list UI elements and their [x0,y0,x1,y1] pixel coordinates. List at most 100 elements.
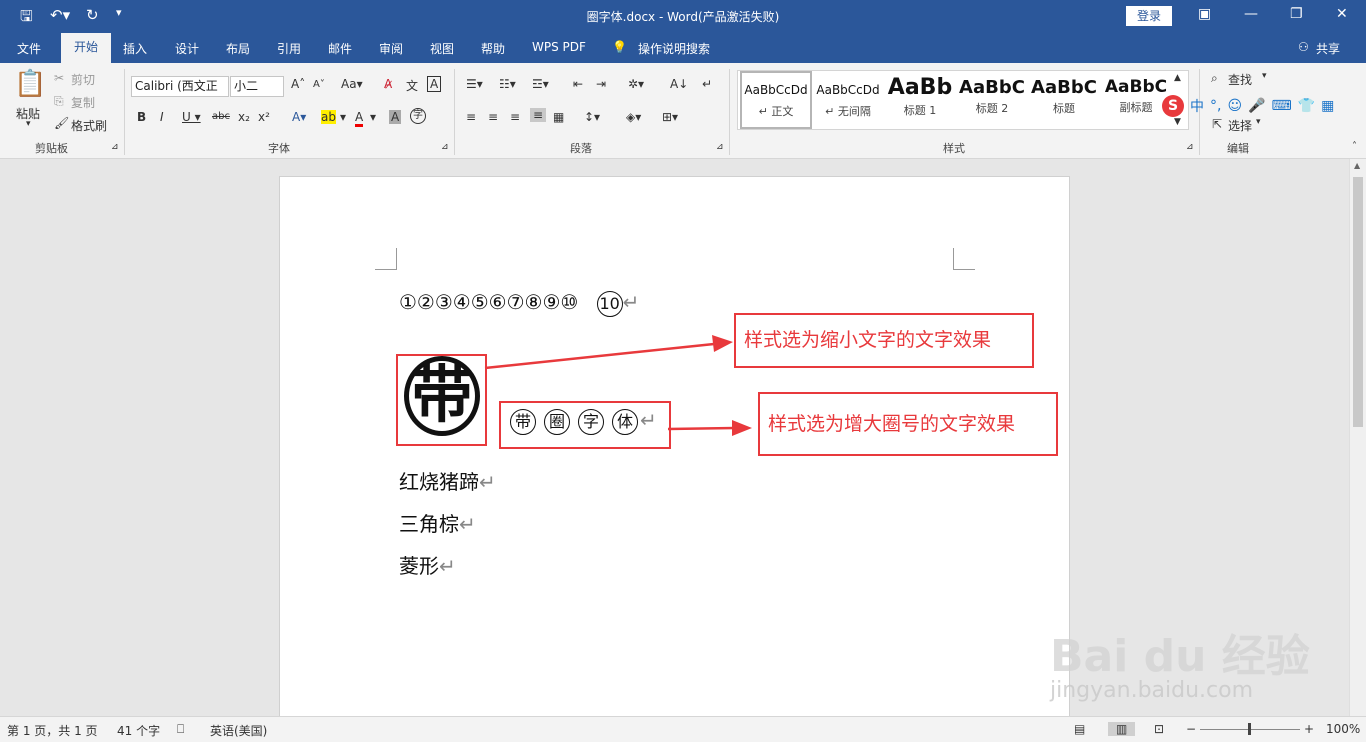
format-painter-icon[interactable]: 🖌 [54,116,69,130]
scroll-up-icon[interactable]: ▲ [1354,161,1360,170]
paste-icon[interactable]: 📋 [14,69,46,99]
distributed-icon[interactable]: ▦ [553,110,564,124]
italic-icon[interactable]: I [160,110,164,124]
login-button[interactable]: 登录 [1126,6,1172,26]
tab-file[interactable]: 文件 [17,40,41,57]
char-border-icon[interactable]: A [427,76,442,92]
change-case-icon[interactable]: Aa▾ [341,77,363,91]
phonetic-guide-icon[interactable]: 文 [406,77,418,94]
bullets-icon[interactable]: ☰▾ [466,77,483,91]
tell-me-search[interactable]: 操作说明搜索 [638,40,710,57]
ime-menu-icon[interactable]: ▦ [1321,98,1334,114]
tab-mailings[interactable]: 邮件 [328,40,352,57]
grow-font-icon[interactable]: A˄ [291,77,305,91]
font-color-icon[interactable]: A [355,110,364,127]
increase-indent-icon[interactable]: ⇥ [596,77,606,91]
style-normal[interactable]: AaBbCcDd ↵ 正文 [740,71,812,129]
copy-icon[interactable]: ⎘ [54,94,64,109]
microphone-icon[interactable]: 🎤 [1248,98,1265,114]
tab-home[interactable]: 开始 [61,33,111,63]
maximize-icon[interactable]: ❐ [1290,6,1303,22]
document-page[interactable] [279,176,1070,736]
web-layout-icon[interactable]: ⊡ [1154,722,1164,736]
strikethrough-icon[interactable]: abc [212,111,230,122]
align-left-icon[interactable]: ≡ [466,110,476,124]
cut-button[interactable]: 剪切 [71,71,95,88]
ime-lang-toggle[interactable]: 中 [1190,96,1204,116]
underline-icon[interactable]: U ▾ [182,110,201,124]
decrease-indent-icon[interactable]: ⇤ [573,77,583,91]
shading-icon[interactable]: ◈▾ [626,110,641,124]
subscript-icon[interactable]: x₂ [238,110,250,124]
asian-layout-icon[interactable]: ✲▾ [628,77,644,91]
zoom-slider-thumb[interactable] [1248,723,1251,735]
tab-review[interactable]: 审阅 [379,40,403,57]
scroll-thumb[interactable] [1353,177,1363,427]
bold-icon[interactable]: B [137,110,146,124]
read-mode-icon[interactable]: ▤ [1074,722,1085,736]
style-title[interactable]: AaBbC 标题 [1028,71,1100,129]
find-dropdown-icon[interactable]: ▾ [1262,71,1267,81]
style-heading-1[interactable]: AaBb 标题 1 [884,71,956,129]
keyboard-icon[interactable]: ⌨ [1272,98,1292,114]
font-name-combo[interactable]: Calibri (西文正 [131,76,229,97]
clipboard-launcher-icon[interactable]: ⊿ [111,142,119,152]
font-size-combo[interactable]: 小二 [230,76,284,97]
show-marks-icon[interactable]: ↵ [702,77,712,91]
borders-icon[interactable]: ⊞▾ [662,110,678,124]
numbering-icon[interactable]: ☷▾ [499,77,516,91]
ribbon-display-icon[interactable]: ▣ [1198,6,1211,22]
language-indicator[interactable]: 英语(美国) [210,722,267,739]
emoji-icon[interactable]: ☺ [1227,98,1242,114]
format-painter-button[interactable]: 格式刷 [71,117,107,134]
collapse-ribbon-icon[interactable]: ˄ [1352,141,1357,152]
cut-icon[interactable]: ✂ [54,71,64,85]
align-center-icon[interactable]: ≡ [488,110,498,124]
word-count[interactable]: 41 个字 [117,722,160,739]
print-layout-icon[interactable]: ▥ [1108,722,1136,736]
tab-insert[interactable]: 插入 [123,40,147,57]
highlight-icon[interactable]: ab [321,110,336,124]
close-icon[interactable]: ✕ [1336,6,1348,22]
line-spacing-icon[interactable]: ↕▾ [584,110,600,124]
clear-format-icon[interactable]: A̷ [384,77,392,91]
share-button[interactable]: 共享 [1316,40,1340,57]
align-right-icon[interactable]: ≡ [510,110,520,124]
zoom-in-icon[interactable]: + [1304,722,1314,736]
zoom-out-icon[interactable]: − [1186,722,1196,736]
tab-help[interactable]: 帮助 [481,40,505,57]
paste-dropdown-icon[interactable]: ▾ [26,119,31,129]
style-no-spacing[interactable]: AaBbCcDd ↵ 无间隔 [812,71,884,129]
styles-more-icon[interactable]: ▼ [1174,117,1181,127]
enclose-characters-icon[interactable]: 字 [410,108,426,124]
minimize-icon[interactable]: — [1244,6,1258,22]
tab-references[interactable]: 引用 [277,40,301,57]
font-launcher-icon[interactable]: ⊿ [441,142,449,152]
styles-launcher-icon[interactable]: ⊿ [1186,142,1194,152]
select-dropdown-icon[interactable]: ▾ [1256,117,1261,127]
tab-layout[interactable]: 布局 [226,40,250,57]
highlight-dropdown-icon[interactable]: ▾ [340,110,346,124]
select-icon[interactable]: ⇱ [1212,117,1222,131]
skin-icon[interactable]: 👕 [1298,98,1315,114]
find-button[interactable]: 查找 [1228,71,1252,88]
vertical-scrollbar[interactable]: ▲ [1349,159,1366,716]
shrink-font-icon[interactable]: A˅ [313,79,325,90]
font-color-dropdown-icon[interactable]: ▾ [370,110,376,124]
sort-icon[interactable]: A↓ [670,77,688,91]
tab-wps-pdf[interactable]: WPS PDF [532,40,586,54]
zoom-level[interactable]: 100% [1326,722,1360,736]
copy-button[interactable]: 复制 [71,94,95,111]
tab-view[interactable]: 视图 [430,40,454,57]
justify-icon[interactable]: ≡ [530,108,547,122]
text-effects-icon[interactable]: A▾ [292,110,306,124]
proofing-icon[interactable]: ⎕ [177,722,184,737]
find-icon[interactable]: ⌕ [1211,71,1218,86]
char-shading-icon[interactable]: A [389,110,402,124]
styles-scroll-up-icon[interactable]: ▲ [1174,73,1181,83]
page-count[interactable]: 第 1 页，共 1 页 [7,722,98,739]
punctuation-icon[interactable]: °, [1210,98,1221,114]
select-button[interactable]: 选择 [1228,117,1252,134]
tab-design[interactable]: 设计 [175,40,199,57]
superscript-icon[interactable]: x² [258,110,270,124]
